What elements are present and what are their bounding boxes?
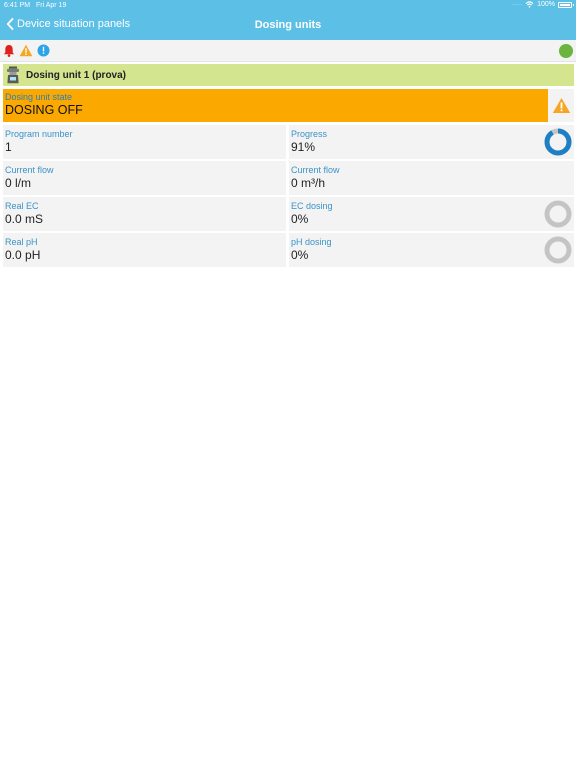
dosing-unit-title: Dosing unit 1 (prova) bbox=[26, 69, 126, 81]
warning-icon bbox=[552, 98, 570, 113]
real-ph-cell: Real pH 0.0 pH bbox=[3, 233, 286, 267]
status-right: ····· 100% bbox=[512, 1, 574, 8]
dosing-unit-icon bbox=[7, 66, 19, 84]
wifi-icon bbox=[525, 1, 534, 8]
real-ph-value: 0.0 pH bbox=[5, 248, 41, 262]
current-flow-lpm-label: Current flow bbox=[5, 165, 54, 175]
progress-cell: Progress 91% bbox=[289, 125, 574, 159]
status-date: Fri Apr 19 bbox=[36, 2, 67, 9]
ph-dosing-ring-track bbox=[544, 236, 572, 264]
dosing-unit-state: Dosing unit state DOSING OFF bbox=[3, 89, 548, 122]
ph-dosing-value: 0% bbox=[291, 248, 309, 262]
dosing-unit-state-row: Dosing unit state DOSING OFF bbox=[3, 89, 574, 122]
real-ec-label: Real EC bbox=[5, 201, 39, 211]
state-value: DOSING OFF bbox=[5, 103, 83, 117]
program-number-cell: Program number 1 bbox=[3, 125, 286, 159]
current-flow-m3h-label: Current flow bbox=[291, 165, 340, 175]
alarm-bar bbox=[0, 40, 576, 62]
status-time: 6:41 PM bbox=[4, 2, 31, 9]
bell-icon[interactable] bbox=[3, 44, 15, 57]
ec-dosing-label: EC dosing bbox=[291, 201, 333, 211]
real-ec-cell: Real EC 0.0 mS bbox=[3, 197, 286, 231]
state-warning[interactable] bbox=[548, 89, 574, 122]
current-flow-lpm-value: 0 l/m bbox=[5, 176, 32, 190]
state-label: Dosing unit state bbox=[5, 92, 73, 102]
progress-value: 91% bbox=[291, 140, 316, 154]
navigation-header: 6:41 PM Fri Apr 19 ····· 100% Device sit… bbox=[0, 0, 576, 40]
current-flow-lpm-cell: Current flow 0 l/m bbox=[3, 161, 286, 195]
ph-dosing-ring-icon bbox=[544, 236, 572, 264]
progress-label: Progress bbox=[291, 129, 328, 139]
ph-dosing-cell: pH dosing 0% bbox=[289, 233, 574, 267]
program-number-value: 1 bbox=[5, 140, 12, 154]
info-icon[interactable] bbox=[37, 44, 50, 57]
status-bar: 6:41 PM Fri Apr 19 ····· 100% bbox=[0, 0, 576, 12]
current-flow-m3h-cell: Current flow 0 m³/h bbox=[289, 161, 574, 195]
progress-ring-arc bbox=[544, 128, 572, 156]
dosing-unit-header[interactable]: Dosing unit 1 (prova) bbox=[3, 64, 574, 86]
battery-icon bbox=[558, 1, 574, 8]
ec-dosing-ring-track bbox=[544, 200, 572, 228]
battery-percent: 100% bbox=[537, 1, 555, 8]
page-title: Dosing units bbox=[254, 19, 322, 31]
ph-dosing-label: pH dosing bbox=[291, 237, 332, 247]
real-ec-value: 0.0 mS bbox=[5, 212, 44, 226]
program-number-label: Program number bbox=[5, 129, 73, 139]
ec-dosing-cell: EC dosing 0% bbox=[289, 197, 574, 231]
progress-ring-icon bbox=[544, 128, 572, 156]
real-ph-label: Real pH bbox=[5, 237, 38, 247]
ec-dosing-value: 0% bbox=[291, 212, 309, 226]
status-online-icon bbox=[559, 44, 573, 58]
ec-dosing-ring-icon bbox=[544, 200, 572, 228]
signal-dots-icon: ····· bbox=[512, 1, 523, 8]
warning-icon[interactable] bbox=[19, 44, 33, 57]
current-flow-m3h-value: 0 m³/h bbox=[291, 176, 326, 190]
